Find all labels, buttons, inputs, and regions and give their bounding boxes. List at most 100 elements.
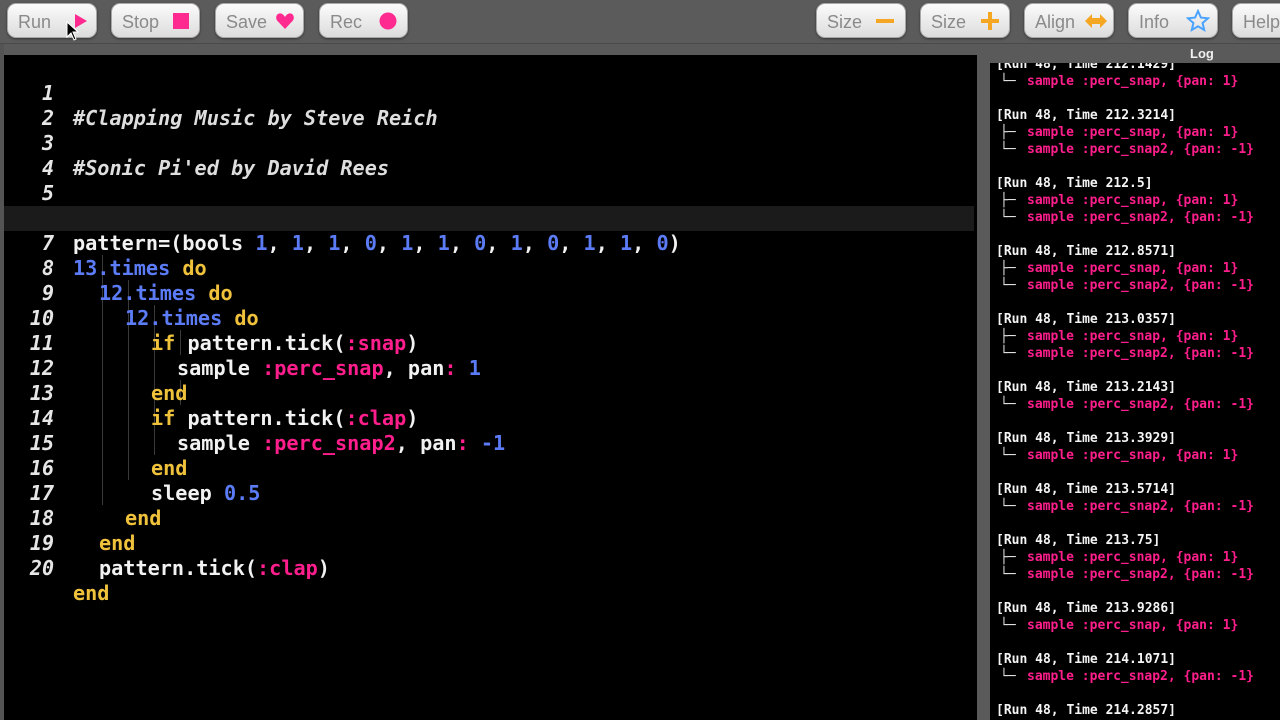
log-entry-header: [Run 48, Time 213.3929] (996, 431, 1177, 446)
pane-splitter[interactable] (977, 44, 990, 720)
line-number: 20 (29, 556, 54, 580)
save-button-label: Save (226, 12, 268, 32)
log-message: sample :perc_snap, {pan: 1} (1027, 618, 1239, 633)
align-button-label: Align (1035, 12, 1076, 32)
stop-button[interactable]: Stop (111, 3, 200, 38)
log-entry: [Run 48, Time 213.9286] └─ sample :perc_sn… (996, 600, 1280, 634)
code-line: 20 end (4, 531, 974, 605)
log-tree-branch: └─ (1000, 669, 1016, 684)
code-token: ) (317, 556, 330, 580)
log-line: └─ sample :perc_snap2, {pan: -1} (996, 345, 1280, 362)
log-entry: [Run 48, Time 212.5] ├─ sample :perc_snap,… (996, 175, 1280, 226)
log-tree-branch: └─ (1000, 618, 1016, 633)
code-line: 16 sleep 0.5 (4, 431, 974, 505)
code-line: 18 end (4, 481, 974, 555)
help-button[interactable]: Help (1232, 3, 1280, 38)
save-button[interactable]: Save (215, 3, 304, 38)
align-button[interactable]: Align (1024, 3, 1114, 38)
minus-icon (876, 19, 894, 23)
log-message: sample :perc_snap, {pan: 1} (1027, 125, 1239, 140)
log-line: ├─ sample :perc_snap, {pan: 1} (996, 260, 1280, 277)
log-line: ├─ sample :perc_snap, {pan: 1} (996, 124, 1280, 141)
log-line: └─ sample :perc_snap2, {pan: -1} (996, 498, 1280, 515)
log-tree-branch: ├─ (1000, 125, 1016, 140)
log-line: ├─ sample :perc_snap, {pan: 1} (996, 549, 1280, 566)
code-line: 4 (4, 131, 974, 180)
log-line: └─ sample :perc_snap2, {pan: -1} (996, 668, 1280, 685)
log-tree-branch: └─ (1000, 448, 1016, 463)
code-line-current: 7 13.times do (4, 206, 974, 280)
log-tree-branch: └─ (1000, 567, 1016, 582)
log-entry: [Run 48, Time 213.3929] └─ sample :perc_sn… (996, 430, 1280, 464)
code-line: 1 #Clapping Music by Steve Reich (4, 56, 974, 130)
log-message: sample :perc_snap, {pan: 1} (1027, 261, 1239, 276)
rec-button[interactable]: Rec (319, 3, 408, 38)
heart-icon (276, 13, 294, 29)
run-button[interactable]: Run (7, 3, 97, 38)
log-tree-branch: └─ (1000, 210, 1016, 225)
code-line: 17 end (4, 456, 974, 530)
code-line: 3 #Sonic Pi'ed by David Rees (4, 106, 974, 180)
log-entry: [Run 48, Time 212.1429] └─ sample :perc_sn… (996, 63, 1280, 90)
log-panel[interactable]: [Run 48, Time 212.1429] └─ sample :perc_sn… (990, 63, 1280, 720)
log-entry: [Run 48, Time 213.2143] └─ sample :perc_sn… (996, 379, 1280, 413)
log-entry-header: [Run 48, Time 212.1429] (996, 63, 1177, 72)
size-increase-button[interactable]: Size (920, 3, 1010, 38)
log-entry-header: [Run 48, Time 213.9286] (996, 601, 1177, 616)
log-message: sample :perc_snap, {pan: 1} (1027, 74, 1239, 89)
log-line: └─ sample :perc_snap2, {pan: -1} (996, 141, 1280, 158)
log-entry: [Run 48, Time 214.1071] └─ sample :perc_sn… (996, 651, 1280, 685)
size-increase-label: Size (931, 12, 967, 32)
log-entry-header: [Run 48, Time 213.0357] (996, 312, 1177, 327)
log-entry-header: [Run 48, Time 213.2143] (996, 380, 1177, 395)
run-button-label: Run (18, 12, 52, 32)
size-decrease-button[interactable]: Size (816, 3, 906, 38)
log-tree-branch: ├─ (1000, 550, 1016, 565)
record-icon (379, 12, 397, 30)
log-entry-header: [Run 48, Time 214.2857] (996, 703, 1177, 718)
log-tree-branch: └─ (1000, 142, 1016, 157)
log-entry-header: [Run 48, Time 212.8571] (996, 244, 1177, 259)
code-editor[interactable]: 1 #Clapping Music by Steve Reich 2 3 #So… (4, 55, 977, 720)
help-button-label: Help (1243, 12, 1280, 32)
log-message: sample :perc_snap2, {pan: -1} (1027, 567, 1254, 582)
toolbar: Run Stop Save Rec Size Size Align Info H… (0, 0, 1280, 44)
rec-button-label: Rec (330, 12, 363, 32)
code-line: 9 12.times do (4, 256, 974, 330)
info-button[interactable]: Info (1128, 3, 1218, 38)
info-button-label: Info (1139, 12, 1170, 32)
log-message: sample :perc_snap2, {pan: -1} (1027, 397, 1254, 412)
log-tree-branch: └─ (1000, 346, 1016, 361)
log-tree-branch: ├─ (1000, 261, 1016, 276)
code-token: pattern.tick( (99, 556, 258, 580)
code-line: 6 pattern=(bools 1, 1, 1, 0, 1, 1, 0, 1,… (4, 181, 974, 255)
log-line: └─ sample :perc_snap, {pan: 1} (996, 447, 1280, 464)
log-title: Log (1190, 46, 1214, 61)
stop-icon (173, 13, 189, 29)
log-entry: [Run 48, Time 213.75] ├─ sample :perc_snap… (996, 532, 1280, 583)
log-entry-header: [Run 48, Time 213.75] (996, 533, 1161, 548)
code-line: 19 pattern.tick(:clap) (4, 506, 974, 580)
code-line: 8 12.times do (4, 231, 974, 305)
log-tree-branch: └─ (1000, 278, 1016, 293)
log-line: └─ sample :perc_snap, {pan: 1} (996, 73, 1280, 90)
log-tree-branch: ├─ (1000, 329, 1016, 344)
log-message: sample :perc_snap2, {pan: -1} (1027, 499, 1254, 514)
log-message: sample :perc_snap2, {pan: -1} (1027, 278, 1254, 293)
log-message: sample :perc_snap2, {pan: -1} (1027, 669, 1254, 684)
log-message: sample :perc_snap, {pan: 1} (1027, 329, 1239, 344)
code-line: 5 use_bpm 168 (4, 156, 974, 230)
log-message: sample :perc_snap, {pan: 1} (1027, 550, 1239, 565)
code-symbol: :clap (257, 556, 318, 580)
log-tree-branch: └─ (1000, 74, 1016, 89)
log-message: sample :perc_snap2, {pan: -1} (1027, 142, 1254, 157)
log-entry: [Run 48, Time 214.2857] (996, 702, 1280, 719)
log-message: sample :perc_snap2, {pan: -1} (1027, 210, 1254, 225)
log-entry-header: [Run 48, Time 213.5714] (996, 482, 1177, 497)
log-line: └─ sample :perc_snap2, {pan: -1} (996, 566, 1280, 583)
log-entry-header: [Run 48, Time 212.5] (996, 176, 1153, 191)
log-line: └─ sample :perc_snap, {pan: 1} (996, 617, 1280, 634)
code-keyword: end (73, 581, 110, 605)
size-decrease-label: Size (827, 12, 863, 32)
log-tree-branch: └─ (1000, 499, 1016, 514)
